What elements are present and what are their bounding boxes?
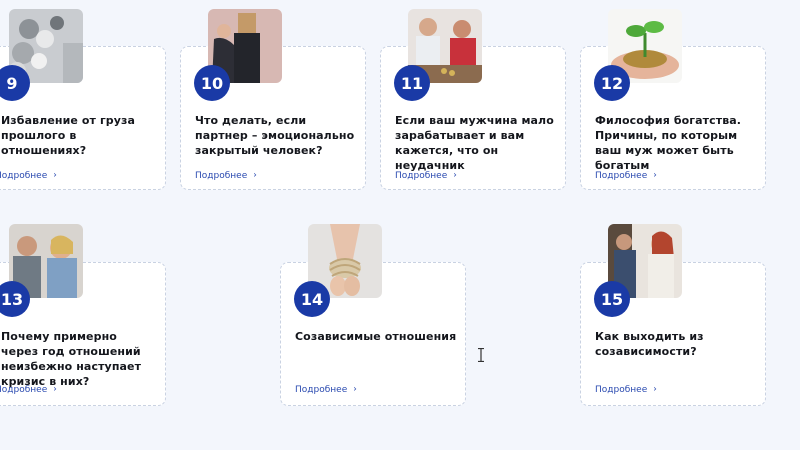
read-more-link[interactable]: Подробнее › bbox=[295, 384, 357, 396]
card-number-badge: 15 bbox=[594, 281, 630, 317]
chevron-right-icon: › bbox=[53, 384, 57, 395]
chevron-right-icon: › bbox=[653, 384, 657, 395]
read-more-label[interactable]: Подробнее bbox=[195, 171, 247, 181]
read-more-label[interactable]: Подробнее bbox=[595, 171, 647, 181]
chevron-right-icon: › bbox=[453, 170, 457, 181]
card-title[interactable]: Созависимые отношения bbox=[295, 329, 460, 344]
card-number-badge: 12 bbox=[594, 65, 630, 101]
card-number-badge: 10 bbox=[194, 65, 230, 101]
card-title[interactable]: Если ваш мужчина мало зарабатывает и вам… bbox=[395, 113, 560, 173]
read-more-link[interactable]: Подробнее › bbox=[595, 170, 657, 182]
chevron-right-icon: › bbox=[253, 170, 257, 181]
chevron-right-icon: › bbox=[53, 170, 57, 181]
card-number-badge: 11 bbox=[394, 65, 430, 101]
read-more-label[interactable]: Подробнее bbox=[0, 171, 47, 181]
read-more-link[interactable]: Подробнее › bbox=[595, 384, 657, 396]
read-more-link[interactable]: Подробнее › bbox=[0, 170, 57, 182]
read-more-label[interactable]: Подробнее bbox=[0, 385, 47, 395]
card-title[interactable]: Избавление от груза прошлого в отношения… bbox=[1, 113, 151, 158]
read-more-label[interactable]: Подробнее bbox=[595, 385, 647, 395]
read-more-link[interactable]: Подробнее › bbox=[195, 170, 257, 182]
read-more-link[interactable]: Подробнее › bbox=[0, 384, 57, 396]
card-title[interactable]: Почему примерно через год отношений неиз… bbox=[1, 329, 151, 389]
read-more-label[interactable]: Подробнее bbox=[295, 385, 347, 395]
chevron-right-icon: › bbox=[353, 384, 357, 395]
read-more-link[interactable]: Подробнее › bbox=[395, 170, 457, 182]
chevron-right-icon: › bbox=[653, 170, 657, 181]
card-title[interactable]: Что делать, если партнер – эмоционально … bbox=[195, 113, 360, 158]
read-more-label[interactable]: Подробнее bbox=[395, 171, 447, 181]
text-cursor-icon bbox=[478, 348, 484, 362]
card-title[interactable]: Философия богатства. Причины, по которым… bbox=[595, 113, 760, 173]
card-number-badge: 14 bbox=[294, 281, 330, 317]
card-title[interactable]: Как выходить из созависимости? bbox=[595, 329, 760, 359]
